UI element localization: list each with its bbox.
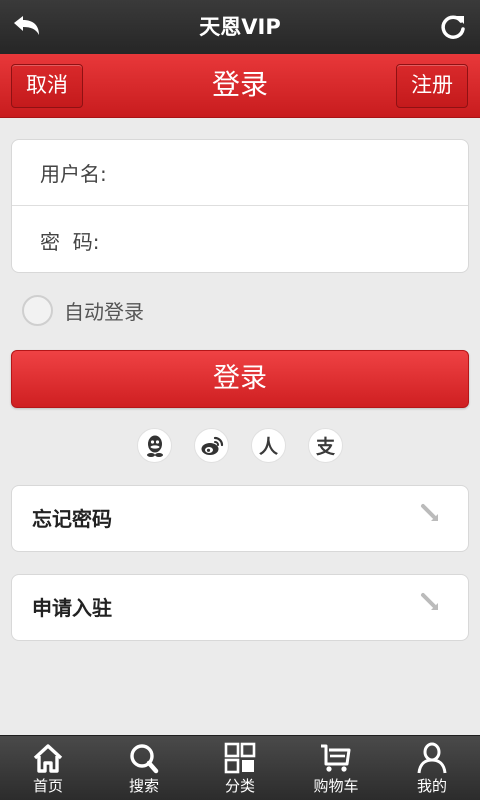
app-title: 天恩VIP: [199, 15, 281, 39]
weibo-icon: [201, 436, 223, 455]
category-icon: [224, 742, 256, 774]
login-form: 用户名: 密 码:: [11, 139, 469, 273]
login-button[interactable]: 登录: [11, 350, 469, 408]
username-input[interactable]: [122, 150, 454, 195]
tab-category-label: 分类: [224, 777, 255, 795]
tab-category[interactable]: 分类: [192, 736, 288, 800]
social-login-row: 人 支: [0, 428, 480, 464]
home-icon: [33, 744, 63, 773]
qq-login-button[interactable]: [137, 428, 172, 463]
arrow-icon: [421, 593, 438, 610]
tab-mine-label: 我的: [416, 777, 447, 795]
weibo-login-button[interactable]: [194, 428, 229, 463]
auto-login-label: 自动登录: [64, 299, 144, 324]
tab-cart[interactable]: 购物车: [288, 736, 384, 800]
refresh-icon: [441, 15, 465, 39]
renren-login-button[interactable]: 人: [251, 428, 286, 463]
apply-join-link[interactable]: 申请入驻: [11, 574, 469, 641]
forgot-password-label: 忘记密码: [32, 507, 112, 531]
tab-cart-label: 购物车: [313, 777, 359, 795]
auto-login-option[interactable]: 自动登录: [22, 293, 144, 327]
register-button[interactable]: 注册: [396, 64, 468, 108]
password-label: 密 码:: [40, 229, 100, 254]
user-icon: [417, 742, 447, 774]
auto-login-checkbox[interactable]: [22, 294, 53, 326]
username-label: 用户名:: [40, 162, 107, 186]
password-input[interactable]: [122, 218, 454, 262]
password-row: 密 码:: [12, 207, 468, 273]
username-row: 用户名:: [12, 140, 468, 206]
alipay-icon: 支: [315, 436, 335, 458]
app-title-bar: 天恩VIP: [0, 0, 480, 54]
apply-join-label: 申请入驻: [32, 596, 112, 620]
tab-mine[interactable]: 我的: [384, 736, 480, 800]
forgot-password-link[interactable]: 忘记密码: [11, 485, 469, 552]
cart-icon: [321, 744, 351, 772]
alipay-login-button[interactable]: 支: [308, 428, 343, 463]
qq-icon: [146, 435, 163, 457]
tab-search-label: 搜索: [128, 777, 159, 795]
tab-search[interactable]: 搜索: [96, 736, 192, 800]
tab-home-label: 首页: [32, 777, 63, 795]
login-screen: 天恩VIP 取消 登录 注册 用户名: 密 码: 自动登录 登录 人 支 忘记密…: [0, 0, 480, 800]
renren-icon: 人: [258, 436, 278, 458]
tab-home[interactable]: 首页: [0, 736, 96, 800]
page-header: 取消 登录 注册: [0, 54, 480, 118]
search-icon: [130, 744, 159, 774]
refresh-button[interactable]: [436, 11, 470, 43]
bottom-tab-bar: 首页 搜索 分类 购物车 我的: [0, 735, 480, 800]
arrow-icon: [421, 504, 438, 521]
